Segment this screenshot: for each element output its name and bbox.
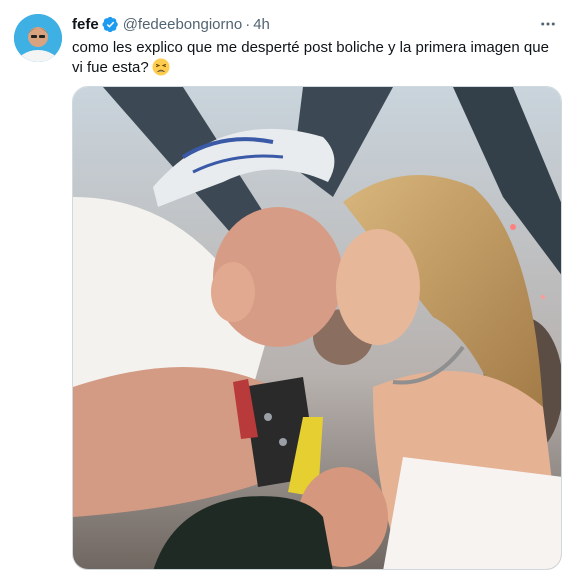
tired-face-emoji bbox=[152, 58, 170, 82]
verified-badge-icon bbox=[102, 16, 119, 33]
avatar[interactable] bbox=[14, 14, 62, 62]
separator-dot: · bbox=[245, 15, 251, 33]
tweet-header: fefe @fedeebongiorno · 4h bbox=[72, 14, 562, 34]
tweet-text-content: como les explico que me desperté post bo… bbox=[72, 39, 549, 76]
photo-content bbox=[73, 87, 561, 569]
timestamp[interactable]: 4h bbox=[253, 16, 270, 33]
user-handle[interactable]: @fedeebongiorno bbox=[123, 16, 243, 33]
tweet-text: como les explico que me desperté post bo… bbox=[72, 38, 562, 82]
more-options-icon[interactable] bbox=[534, 12, 562, 36]
tweet-card[interactable]: fefe @fedeebongiorno · 4h como les expli… bbox=[0, 0, 576, 571]
display-name[interactable]: fefe bbox=[72, 16, 99, 33]
tweet-photo[interactable] bbox=[72, 86, 562, 570]
